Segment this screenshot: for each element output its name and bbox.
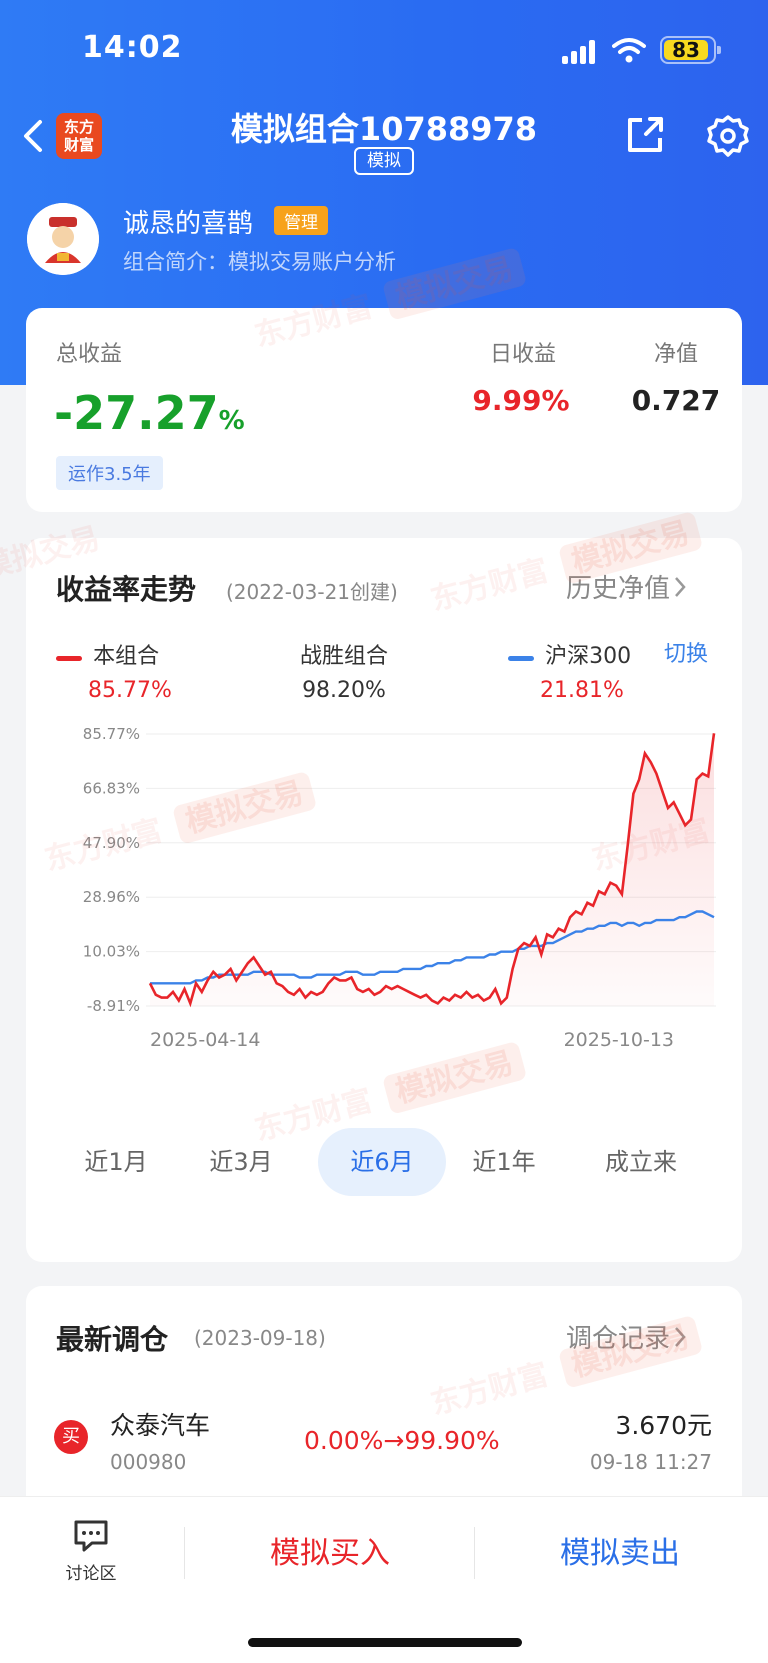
return-chart[interactable]: 85.77% 66.83% 47.90% 28.96% 10.03% -8.91% 202…	[26, 688, 742, 1098]
discussion-label: 讨论区	[65, 1564, 117, 1584]
trade-time: 09-18 11:27	[589, 1450, 712, 1474]
simulate-buy-button[interactable]: 模拟买入	[190, 1519, 470, 1589]
trend-created-date: (2022-03-21创建)	[226, 580, 398, 604]
chevron-right-icon	[675, 576, 686, 597]
history-nav-label: 历史净值	[566, 574, 671, 604]
stock-name: 众泰汽车	[110, 1411, 211, 1440]
status-time: 14:02	[82, 30, 183, 65]
manager-badge: 管理	[274, 206, 328, 235]
tab-1-month[interactable]: 近1月	[56, 1128, 176, 1196]
avatar[interactable]	[27, 203, 99, 275]
nav-value: 0.727	[631, 384, 721, 417]
trade-price: 3.670元	[615, 1411, 712, 1440]
legend-portfolio-name: 本组合	[93, 644, 160, 669]
rebalance-date: (2023-09-18)	[194, 1326, 326, 1350]
home-indicator[interactable]	[248, 1638, 522, 1647]
history-nav-link[interactable]: 历史净值	[566, 568, 690, 605]
x-tick-end: 2025-10-13	[564, 1029, 674, 1051]
buy-action-badge: 买	[54, 1420, 88, 1454]
summary-card: 总收益 -27.27% 运作3.5年 日收益 9.99% 净值 0.727	[26, 308, 742, 512]
username[interactable]: 诚恳的喜鹊	[123, 203, 253, 240]
total-return-label: 总收益	[56, 342, 123, 367]
nav-label: 净值	[653, 342, 698, 367]
x-tick-start: 2025-04-14	[150, 1029, 260, 1051]
divider	[474, 1527, 475, 1579]
daily-return-value: 9.99%	[472, 384, 570, 417]
simulation-badge: 模拟	[354, 147, 414, 175]
discussion-button[interactable]: 讨论区	[60, 1519, 122, 1584]
wifi-icon	[612, 38, 646, 63]
index-legend-swatch	[508, 656, 534, 661]
position-change: 0.00%→99.90%	[304, 1426, 500, 1455]
cellular-signal-icon	[562, 40, 598, 64]
rebalance-history-label: 调仓记录	[566, 1324, 671, 1354]
y-tick-label: 85.77%	[83, 725, 140, 743]
portfolio-legend-swatch	[56, 656, 82, 661]
simulate-sell-button[interactable]: 模拟卖出	[480, 1519, 760, 1589]
runtime-badge: 运作3.5年	[56, 456, 163, 490]
stock-code: 000980	[110, 1450, 187, 1474]
rebalance-card: 最新调仓 (2023-09-18) 调仓记录 买 众泰汽车 000980 0.0…	[26, 1286, 742, 1516]
total-return-unit: %	[218, 406, 245, 436]
trend-card: 收益率走势 (2022-03-21创建) 历史净值 本组合 85.77% 战胜组…	[26, 538, 742, 1262]
settings-gear-icon[interactable]	[706, 114, 750, 158]
y-tick-label: 47.90%	[83, 834, 140, 852]
divider	[184, 1527, 185, 1579]
chat-bubble-icon	[74, 1520, 108, 1552]
total-return-value: -27.27	[54, 386, 219, 440]
battery-level: 83	[664, 40, 708, 60]
legend-beat-name: 战胜组合	[300, 644, 389, 669]
switch-button[interactable]: 切换	[664, 636, 708, 668]
rebalance-title: 最新调仓	[56, 1323, 169, 1356]
trend-title: 收益率走势	[56, 573, 197, 606]
rebalance-row[interactable]: 买 众泰汽车 000980 0.00%→99.90% 3.670元 09-18 …	[26, 1386, 742, 1486]
tab-6-months[interactable]: 近6月	[318, 1128, 446, 1196]
y-tick-label: 10.03%	[83, 943, 140, 961]
y-tick-label: 28.96%	[83, 888, 140, 906]
legend-index-name: 沪深300	[545, 644, 632, 669]
total-return: -27.27%	[54, 386, 245, 440]
tab-since-inception[interactable]: 成立来	[576, 1128, 706, 1196]
daily-return-label: 日收益	[489, 342, 556, 367]
portfolio-intro: 组合简介：模拟交易账户分析	[123, 250, 396, 274]
y-tick-label: -8.91%	[87, 997, 140, 1015]
tab-1-year[interactable]: 近1年	[444, 1128, 564, 1196]
chevron-right-icon	[675, 1326, 686, 1347]
battery-icon: 83	[660, 36, 721, 64]
rebalance-history-link[interactable]: 调仓记录	[566, 1318, 690, 1355]
share-icon[interactable]	[624, 114, 666, 156]
tab-3-months[interactable]: 近3月	[181, 1128, 301, 1196]
y-tick-label: 66.83%	[83, 779, 140, 797]
